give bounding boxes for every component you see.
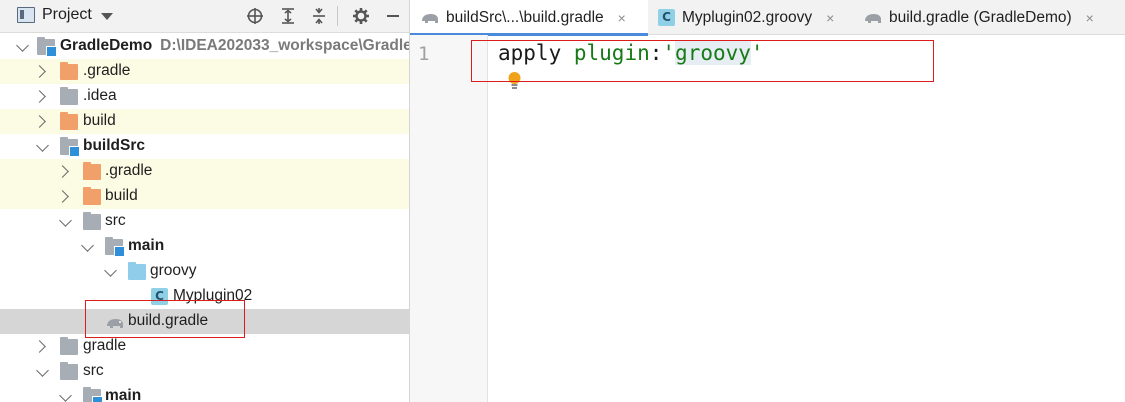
chevron-down-icon[interactable]: [36, 139, 49, 152]
minimize-icon[interactable]: [382, 5, 404, 27]
module-folder-icon: [105, 237, 125, 257]
chevron-down-icon[interactable]: [100, 12, 113, 20]
project-tool-window: Project GradleDemo D:\IDEA202033_workspac…: [0, 0, 410, 402]
module-path: D:\IDEA202033_workspace\Gradle: [160, 37, 410, 54]
project-title: Project: [42, 6, 92, 23]
annotation-highlight-box: [471, 40, 934, 82]
project-header: Project: [0, 0, 409, 33]
source-folder-icon: [128, 262, 146, 280]
tab-build-gradle-gradledemo[interactable]: build.gradle (GradleDemo) ×: [853, 0, 1125, 35]
tree-node-src[interactable]: src: [0, 209, 409, 234]
tab-myplugin02-groovy[interactable]: C Myplugin02.groovy ×: [648, 0, 860, 35]
module-folder-icon: [60, 137, 80, 157]
module-folder-icon: [83, 387, 103, 402]
tab-label: buildSrc\...\build.gradle: [446, 8, 604, 26]
tree-node-label: build: [83, 112, 116, 129]
tree-node-label: src: [83, 362, 104, 379]
chevron-right-icon[interactable]: [33, 90, 46, 103]
tree-node-buildsrc-build[interactable]: build: [0, 184, 409, 209]
tree-node-root-src[interactable]: src: [0, 359, 409, 384]
chevron-right-icon[interactable]: [33, 340, 46, 353]
annotation-highlight-box: [85, 300, 245, 338]
tab-buildsrc-build-gradle[interactable]: buildSrc\...\build.gradle ×: [410, 0, 648, 36]
tree-node-label: src: [105, 212, 126, 229]
chevron-down-icon[interactable]: [81, 239, 94, 252]
module-folder-icon: [37, 37, 57, 57]
groovy-class-icon: C: [658, 9, 675, 26]
chevron-down-icon[interactable]: [16, 39, 29, 52]
chevron-down-icon[interactable]: [59, 214, 72, 227]
folder-icon: [83, 212, 101, 230]
folder-icon: [60, 87, 78, 105]
close-icon[interactable]: ×: [618, 10, 626, 26]
excluded-folder-icon: [60, 62, 78, 80]
tree-node-label: buildSrc: [83, 137, 146, 154]
crosshair-icon[interactable]: [244, 5, 266, 27]
tree-node-label: .idea: [83, 87, 117, 104]
tree-node-label: main: [128, 237, 165, 254]
tree-node-build[interactable]: build: [0, 109, 409, 134]
tree-node-groovy[interactable]: groovy: [0, 259, 409, 284]
line-number: 1: [418, 43, 430, 65]
project-folder-icon: [17, 7, 35, 23]
tree-node-dot-idea[interactable]: .idea: [0, 84, 409, 109]
chevron-right-icon[interactable]: [56, 165, 69, 178]
close-icon[interactable]: ×: [1086, 10, 1094, 26]
project-tree: GradleDemo D:\IDEA202033_workspace\Gradle…: [0, 34, 410, 402]
toolbar-divider: [337, 6, 338, 26]
tree-node-label: groovy: [150, 262, 197, 279]
project-view-selector[interactable]: Project: [17, 6, 113, 24]
chevron-down-icon[interactable]: [59, 389, 72, 402]
tab-label: Myplugin02.groovy: [682, 8, 813, 26]
excluded-folder-icon: [83, 187, 101, 205]
tree-node-label: .gradle: [83, 62, 131, 79]
folder-icon: [60, 362, 78, 380]
tree-node-buildsrc[interactable]: buildSrc: [0, 134, 409, 159]
tree-node-label: main: [105, 387, 142, 402]
excluded-folder-icon: [60, 112, 78, 130]
tree-node-label: .gradle: [105, 162, 153, 179]
chevron-right-icon[interactable]: [33, 115, 46, 128]
excluded-folder-icon: [83, 162, 101, 180]
folder-icon: [60, 337, 78, 355]
collapse-all-icon[interactable]: [308, 5, 330, 27]
chevron-down-icon[interactable]: [36, 364, 49, 377]
editor-area: buildSrc\...\build.gradle × C Myplugin02…: [410, 0, 1125, 402]
chevron-right-icon[interactable]: [56, 190, 69, 203]
tree-node-buildsrc-dot-gradle[interactable]: .gradle: [0, 159, 409, 184]
close-icon[interactable]: ×: [826, 10, 834, 26]
tree-node-dot-gradle[interactable]: .gradle: [0, 59, 409, 84]
expand-all-icon[interactable]: [277, 5, 299, 27]
chevron-down-icon[interactable]: [104, 264, 117, 277]
tree-node-main[interactable]: main: [0, 234, 409, 259]
tree-node-label: gradle: [83, 337, 127, 354]
line-number-gutter: 1: [410, 35, 488, 402]
tree-node-label: GradleDemo D:\IDEA202033_workspace\Gradle: [60, 37, 410, 54]
chevron-right-icon[interactable]: [33, 65, 46, 78]
tab-label: build.gradle (GradleDemo): [889, 8, 1072, 26]
tree-node-label: build: [105, 187, 138, 204]
editor-tab-bar: buildSrc\...\build.gradle × C Myplugin02…: [410, 0, 1125, 36]
gradle-elephant-icon: [422, 13, 438, 23]
gradle-elephant-icon: [865, 13, 881, 23]
tree-node-gradledemo[interactable]: GradleDemo D:\IDEA202033_workspace\Gradle: [0, 34, 410, 59]
tree-node-root-main[interactable]: main: [0, 384, 409, 402]
gear-icon[interactable]: [350, 5, 372, 27]
